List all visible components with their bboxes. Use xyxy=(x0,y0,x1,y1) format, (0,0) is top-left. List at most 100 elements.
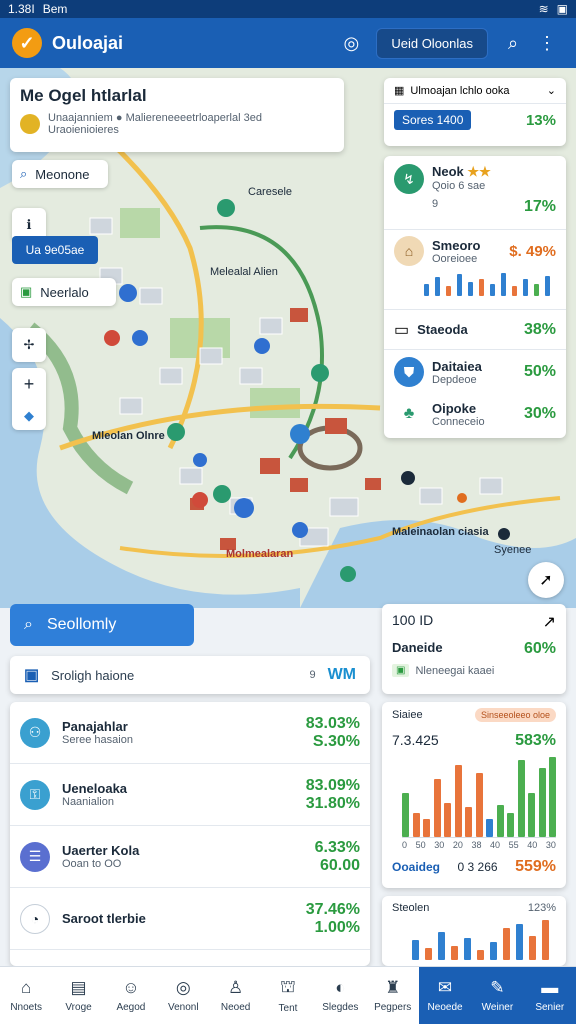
nav-label: Pegpers xyxy=(374,1002,412,1013)
right-item-title: Smeoro xyxy=(432,237,481,253)
search-icon[interactable]: ⌕ xyxy=(496,26,530,60)
map-subtitle-2: Uraoienioieres xyxy=(48,124,119,136)
nav-label: Neoed xyxy=(220,1002,251,1013)
list-item-sub: Ooan to OO xyxy=(62,858,122,870)
chart-x-tick: 0 xyxy=(402,840,408,850)
nav-label: Neoede xyxy=(427,1002,463,1013)
nav-item[interactable]: ⌂ Nnoets xyxy=(0,967,52,1024)
right-list-item[interactable]: ▭ Staeoda 38% xyxy=(384,310,566,350)
chart-x-tick: 40 xyxy=(490,840,501,850)
nav-item[interactable]: ♙ Neoed xyxy=(209,967,261,1024)
list-item[interactable]: ⚇ Panajahlar Seree hasaion 83.03% S.30% xyxy=(10,702,370,764)
list-item-value-2: 1.00% xyxy=(314,918,360,936)
search-icon: ⌕ xyxy=(20,166,28,181)
region-card[interactable]: ▦ Ulmoajan lchlo ooka ⌄ Sores 1400 13% xyxy=(384,78,566,146)
list-item[interactable]: ▭Steile Sereis1.06% xyxy=(10,950,370,966)
nav-label: Weiner xyxy=(481,1002,514,1013)
route-icon[interactable]: ✢ xyxy=(12,328,46,362)
bottom-nav: ⌂ Nnoets ▤ Vroge ☺ Aegod ◎ Venonl ♙ Neoed ⛫ Tent ◐ Sl… xyxy=(0,966,576,1024)
map-label: Molmealaran xyxy=(226,548,294,560)
chart-bar xyxy=(475,773,483,837)
appbar-action-button[interactable]: Ueid Oloonlas xyxy=(376,27,488,59)
zoom-in-icon[interactable]: + xyxy=(24,374,35,395)
list-item-value-1: 37.46% xyxy=(305,900,360,918)
app-title: Ouloajai xyxy=(52,32,124,53)
edit-icon[interactable]: ↗ xyxy=(543,612,556,632)
chart-bar xyxy=(542,920,549,960)
locate-icon[interactable]: ◎ xyxy=(334,26,368,60)
map-info-card[interactable]: Me Ogel htlarlal Unaajanniem ● Malierene… xyxy=(10,78,344,152)
chart-pct: 583% xyxy=(515,732,556,749)
bar-chart-2 xyxy=(412,920,556,960)
chart-x-tick: 30 xyxy=(434,840,445,850)
map-filter-chip[interactable]: ▣ Neerlalo xyxy=(12,278,116,306)
list-item[interactable]: ◔ Saroot tlerbie 37.46% 1.00% xyxy=(10,888,370,950)
selected-chip[interactable]: Ua 9e05ae xyxy=(12,236,98,264)
list-item-title: Ueneloaka xyxy=(62,781,128,796)
calendar-icon: ▭ xyxy=(394,321,410,339)
list-item[interactable]: ⚿ Ueneloaka Naanialion 83.09% 31.80% xyxy=(10,764,370,826)
map-label: Syenee xyxy=(494,544,532,556)
nav-item[interactable]: ▬ Senier xyxy=(523,967,576,1024)
nav-item[interactable]: ⛫ Tent xyxy=(262,967,314,1024)
summary-label: Sroligh haione xyxy=(51,667,135,683)
nav-label: Slegdes xyxy=(322,1002,359,1013)
right-list-item[interactable]: ⌂ Smeoro Ooreioee $. 49% xyxy=(384,230,566,310)
nav-item[interactable]: ♜ Pegpers xyxy=(367,967,419,1024)
nav-label: Senier xyxy=(535,1002,565,1013)
right-list-item[interactable]: ♣ Oipoke Conneceio 30% xyxy=(384,394,566,434)
region-dropdown-label: Ulmoajan lchlo ooka xyxy=(410,84,510,97)
summary-row[interactable]: ▣ Sroligh haione 9 WM xyxy=(10,656,370,694)
app-bar: ✓ Ouloajai ◎ Ueid Oloonlas ⌕ ⋮ xyxy=(0,18,576,68)
nav-item[interactable]: ☺ Aegod xyxy=(105,967,157,1024)
chart-bar xyxy=(451,946,458,960)
nav-label: Aegod xyxy=(116,1002,146,1013)
navigate-icon[interactable]: ➚ xyxy=(528,562,564,598)
chart-x-tick: 30 xyxy=(545,840,556,850)
chart-card-2[interactable]: Steolen 123% xyxy=(382,896,566,966)
nav-icon: ▤ xyxy=(70,978,87,997)
side-card[interactable]: 100 ID ↗ Daneide 60% ▣ Nleneegai kaaei xyxy=(382,604,566,694)
chart-bar xyxy=(486,819,493,837)
side-card-name: Daneide xyxy=(392,640,443,655)
right-item-detail: 9 xyxy=(432,198,439,210)
nav-icon: ⌂ xyxy=(21,978,32,997)
map-search-chip[interactable]: ⌕ Meonone xyxy=(12,160,108,188)
list-item-title: Saroot tlerbie xyxy=(62,911,146,926)
chart-bar xyxy=(517,760,525,837)
chart-bar xyxy=(423,819,430,837)
chart-x-tick: 20 xyxy=(452,840,463,850)
chart-card[interactable]: Siaiee Sinseeoleeo oloe 7.3.425 583% 0 50… xyxy=(382,702,566,888)
right-list-item[interactable]: ↯ Neok ★★ Qoio 6 sae 9 17% xyxy=(384,156,566,230)
chevron-down-icon[interactable]: ⌄ xyxy=(547,84,556,97)
layers-icon: ▣ xyxy=(20,284,33,299)
route-icon: ↯ xyxy=(394,164,424,194)
side-card-title: 100 ID xyxy=(392,612,434,628)
chart-bar xyxy=(412,940,419,960)
list-item-value-1: 83.09% xyxy=(305,776,360,794)
chart-bar xyxy=(549,757,556,837)
chart-bar xyxy=(507,813,514,837)
nav-icon: ▬ xyxy=(541,978,559,997)
right-item-title: Staeoda xyxy=(417,322,468,337)
chart-bar xyxy=(444,803,451,837)
right-list-item[interactable]: ⛊ Daitaiea Depdeoe 50% xyxy=(384,350,566,394)
nav-item[interactable]: ▤ Vroge xyxy=(52,967,104,1024)
list-item[interactable]: ☰ Uaerter Kola Ooan to OO 6.33% 60.00 xyxy=(10,826,370,888)
nav-item[interactable]: ◎ Venonl xyxy=(157,967,209,1024)
side-card-sub: Nleneegai kaaei xyxy=(415,664,495,677)
compass-icon[interactable]: ◆ xyxy=(24,408,34,424)
nav-item[interactable]: ✉ Neoede xyxy=(418,967,472,1024)
mini-bar xyxy=(479,279,484,296)
chart-label: Siaiee xyxy=(392,709,423,721)
nav-item[interactable]: ✎ Weiner xyxy=(471,967,524,1024)
search-button[interactable]: ⌕ Seollomly xyxy=(10,604,194,646)
chart-x-labels: 0 50 30 20 38 40 55 40 30 xyxy=(402,840,556,850)
chart-bar xyxy=(496,805,504,837)
more-icon[interactable]: ⋮ xyxy=(530,26,564,60)
chart-bar xyxy=(528,793,535,837)
status-carrier: Bem xyxy=(42,2,68,16)
right-item-pct: 30% xyxy=(523,405,556,422)
nav-item[interactable]: ◐ Slegdes xyxy=(314,967,366,1024)
chart-tag: Sinseeoleeo oloe xyxy=(474,708,556,722)
